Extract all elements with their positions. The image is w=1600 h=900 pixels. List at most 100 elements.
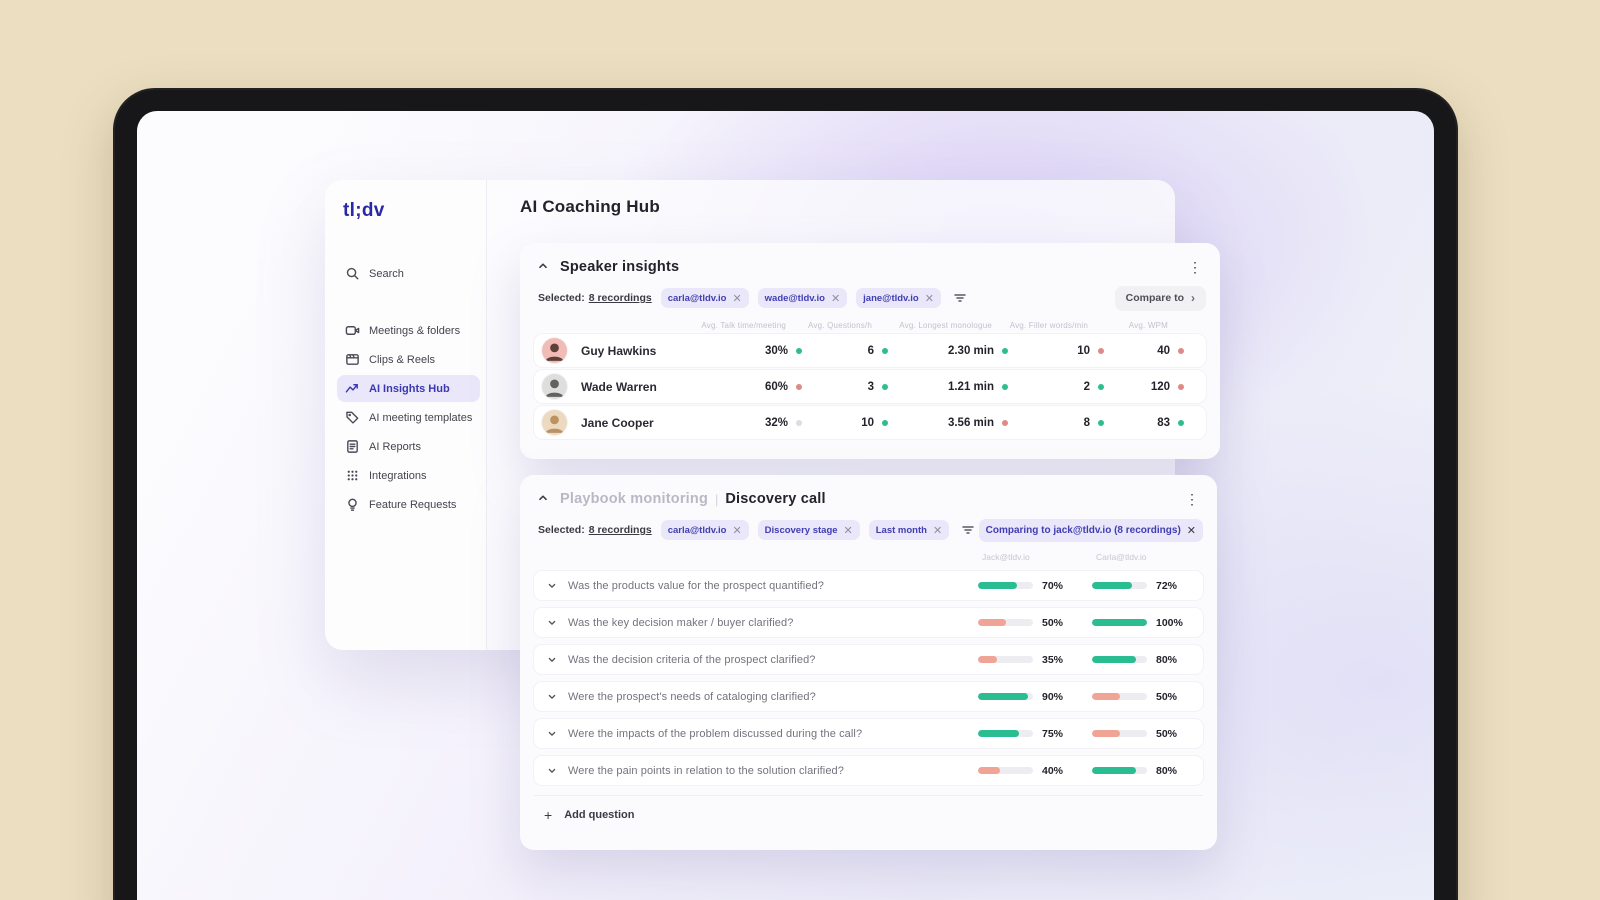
filter-icon[interactable] bbox=[961, 523, 975, 537]
metric-cell: 2.30 min bbox=[888, 345, 1008, 357]
metric-value: 10 bbox=[861, 416, 874, 429]
comparing-chip[interactable]: Comparing to jack@tldv.io (8 recordings)… bbox=[978, 518, 1203, 542]
score-value: 50% bbox=[1156, 690, 1178, 703]
progress-fill bbox=[1092, 693, 1120, 700]
search-label: Search bbox=[369, 267, 404, 280]
score-value: 80% bbox=[1156, 653, 1178, 666]
add-question-button[interactable]: + Add question bbox=[534, 795, 1203, 825]
question-row[interactable]: Was the key decision maker / buyer clari… bbox=[534, 608, 1203, 637]
question-row[interactable]: Were the prospect's needs of cataloging … bbox=[534, 682, 1203, 711]
metric-value: 83 bbox=[1157, 416, 1170, 429]
speaker-panel-title: Speaker insights bbox=[560, 259, 680, 275]
metric-value: 3 bbox=[867, 380, 874, 393]
avatar bbox=[542, 410, 567, 435]
collapse-chevron-up-icon[interactable] bbox=[536, 491, 552, 507]
speaker-name: Jane Cooper bbox=[581, 415, 654, 430]
table-row[interactable]: Jane Cooper 32% 10 3.56 min 8 83 bbox=[534, 406, 1206, 439]
close-icon[interactable]: ✕ bbox=[732, 524, 741, 537]
metric-value: 32% bbox=[764, 416, 788, 429]
close-icon[interactable]: ✕ bbox=[925, 292, 934, 305]
search-button[interactable]: Search bbox=[337, 260, 480, 287]
compare-to-button[interactable]: Compare to › bbox=[1114, 285, 1206, 311]
speaker-table: Guy Hawkins 30% 6 2.30 min 10 40 Wade Warren 60… bbox=[534, 334, 1206, 439]
column-header: Avg. WPM bbox=[1128, 320, 1168, 330]
metric-cell: 40 bbox=[1104, 345, 1184, 357]
column-label-jack: Jack@tldv.io bbox=[982, 551, 1030, 562]
app-logo: tl;dv bbox=[343, 200, 385, 221]
score-bar-group: 35% bbox=[978, 654, 1077, 666]
metric-value: 1.21 min bbox=[947, 380, 994, 393]
filter-chip[interactable]: Last month ✕ bbox=[868, 520, 950, 541]
speaker-name: Guy Hawkins bbox=[581, 343, 657, 358]
column-header: Avg. Filler words/min bbox=[1009, 320, 1088, 330]
playbook-title: Discovery call bbox=[725, 491, 826, 507]
speaker-column-headers: Avg. Talk time/meeting Avg. Questions/h Av… bbox=[534, 319, 1206, 331]
sidebar-item-integrations[interactable]: Integrations bbox=[337, 462, 480, 489]
close-icon[interactable]: ✕ bbox=[1187, 524, 1196, 537]
kebab-menu-icon[interactable]: ⋮ bbox=[1184, 258, 1206, 276]
filter-icon[interactable] bbox=[953, 291, 967, 305]
sidebar-item-ai-meeting-templates[interactable]: AI meeting templates bbox=[337, 404, 480, 431]
selected-count-link[interactable]: 8 recordings bbox=[589, 292, 652, 304]
collapse-chevron-up-icon[interactable] bbox=[536, 259, 552, 275]
progress-fill bbox=[1092, 730, 1120, 737]
score-value: 72% bbox=[1156, 579, 1178, 592]
chevron-down-icon[interactable] bbox=[546, 691, 558, 703]
report-icon bbox=[345, 439, 360, 454]
question-row[interactable]: Was the decision criteria of the prospec… bbox=[534, 645, 1203, 674]
sidebar-item-ai-reports[interactable]: AI Reports bbox=[337, 433, 480, 460]
sidebar-item-meetings-folders[interactable]: Meetings & folders bbox=[337, 317, 480, 344]
filter-chip-label: Last month bbox=[875, 524, 927, 536]
progress-bar bbox=[978, 582, 1033, 589]
sidebar-item-clips-reels[interactable]: Clips & Reels bbox=[337, 346, 480, 373]
close-icon[interactable]: ✕ bbox=[831, 292, 840, 305]
sidebar-item-ai-insights-hub[interactable]: AI Insights Hub bbox=[337, 375, 480, 402]
question-text: Were the pain points in relation to the … bbox=[568, 764, 844, 777]
filter-chip[interactable]: wade@tldv.io ✕ bbox=[757, 288, 848, 309]
metric-cell: 8 bbox=[1008, 417, 1104, 429]
search-icon bbox=[345, 266, 360, 281]
filter-chip-label: jane@tldv.io bbox=[863, 292, 919, 304]
progress-fill bbox=[1092, 767, 1136, 774]
metric-cell: 120 bbox=[1104, 381, 1184, 393]
filter-chip[interactable]: carla@tldv.io ✕ bbox=[660, 520, 749, 541]
table-row[interactable]: Guy Hawkins 30% 6 2.30 min 10 40 bbox=[534, 334, 1206, 367]
metric-value: 3.56 min bbox=[947, 416, 994, 429]
metric-value: 10 bbox=[1077, 344, 1090, 357]
progress-fill bbox=[978, 582, 1017, 589]
chevron-down-icon[interactable] bbox=[546, 617, 558, 629]
filter-chip[interactable]: jane@tldv.io ✕ bbox=[856, 288, 941, 309]
laptop-frame: tl;dv Search Meetings & folders Clips & R… bbox=[113, 88, 1458, 900]
score-bar-group: 50% bbox=[1092, 691, 1191, 703]
progress-bar bbox=[1092, 767, 1147, 774]
close-icon[interactable]: ✕ bbox=[933, 524, 942, 537]
chevron-down-icon[interactable] bbox=[546, 765, 558, 777]
table-row[interactable]: Wade Warren 60% 3 1.21 min 2 120 bbox=[534, 370, 1206, 403]
metric-cell: 3 bbox=[802, 381, 888, 393]
progress-fill bbox=[978, 767, 1000, 774]
sidebar-nav: Meetings & folders Clips & Reels AI Insigh… bbox=[337, 317, 480, 518]
selected-count-link[interactable]: 8 recordings bbox=[589, 524, 652, 536]
chevron-down-icon[interactable] bbox=[546, 580, 558, 592]
score-value: 90% bbox=[1042, 690, 1064, 703]
tag-icon bbox=[345, 410, 360, 425]
progress-fill bbox=[978, 730, 1020, 737]
filter-chip[interactable]: Discovery stage ✕ bbox=[757, 520, 860, 541]
filter-chip[interactable]: carla@tldv.io ✕ bbox=[660, 288, 749, 309]
score-bar-group: 70% bbox=[978, 580, 1077, 592]
question-text: Was the decision criteria of the prospec… bbox=[568, 653, 816, 666]
chevron-down-icon[interactable] bbox=[546, 654, 558, 666]
question-row[interactable]: Was the products value for the prospect … bbox=[534, 571, 1203, 600]
chevron-down-icon[interactable] bbox=[546, 728, 558, 740]
chevron-right-icon: › bbox=[1191, 291, 1195, 305]
close-icon[interactable]: ✕ bbox=[732, 292, 741, 305]
score-bar-group: 40% bbox=[978, 765, 1077, 777]
kebab-menu-icon[interactable]: ⋮ bbox=[1181, 490, 1203, 508]
question-text: Was the key decision maker / buyer clari… bbox=[568, 616, 794, 629]
playbook-filter-row: Selected: 8 recordings carla@tldv.io ✕ Dis… bbox=[534, 518, 1203, 542]
sidebar-item-feature-requests[interactable]: Feature Requests bbox=[337, 491, 480, 518]
question-row[interactable]: Were the pain points in relation to the … bbox=[534, 756, 1203, 785]
close-icon[interactable]: ✕ bbox=[844, 524, 853, 537]
progress-fill bbox=[978, 693, 1028, 700]
question-row[interactable]: Were the impacts of the problem discusse… bbox=[534, 719, 1203, 748]
